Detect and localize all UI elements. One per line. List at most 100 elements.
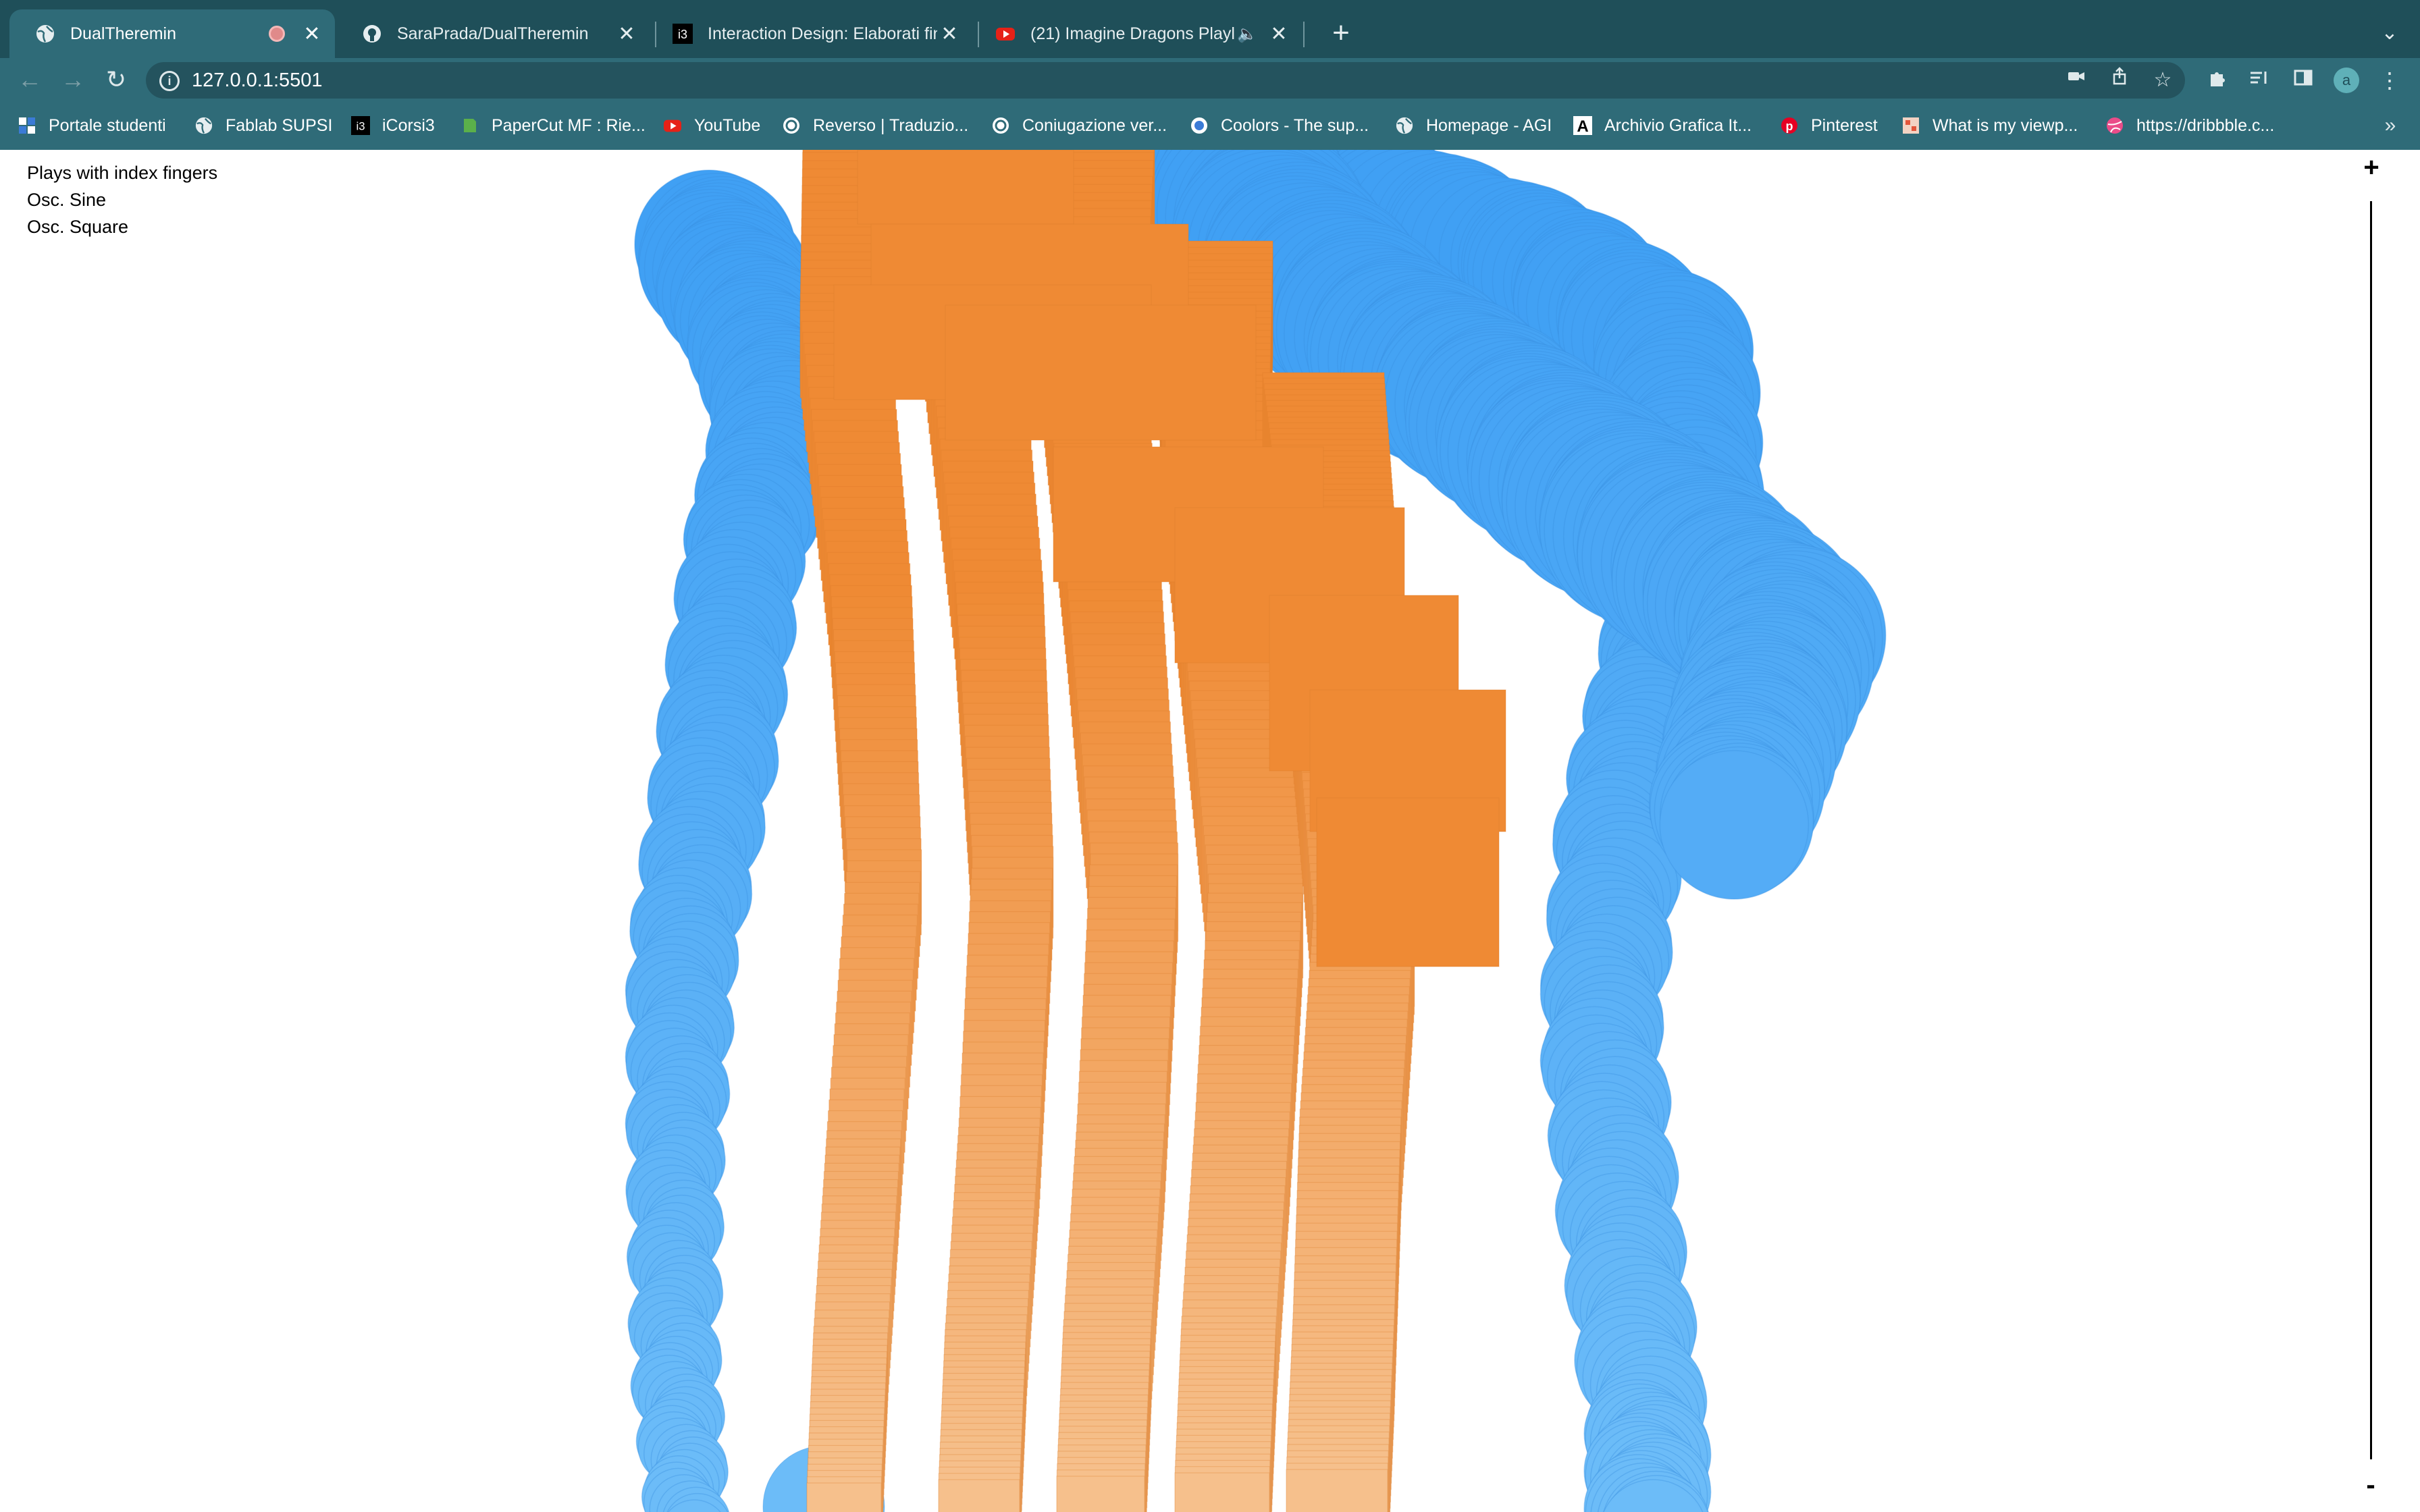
bookmark-item[interactable]: i3 iCorsi3 (351, 113, 435, 138)
close-tab-icon[interactable]: ✕ (300, 22, 324, 46)
bookmark-label: Coolors - The sup... (1221, 115, 1369, 135)
bookmark-label: What is my viewp... (1932, 115, 2078, 135)
bookmark-label: iCorsi3 (382, 115, 435, 135)
bookmark-item[interactable]: PaperCut MF : Rie... (461, 113, 646, 138)
supsi-icon (18, 116, 36, 135)
papercut-icon (461, 116, 479, 135)
tab-separator (655, 22, 656, 47)
menu-kebab-icon[interactable]: ⋮ (2373, 63, 2406, 97)
bookmark-label: YouTube (694, 115, 761, 135)
bookmark-label: Pinterest (1811, 115, 1878, 135)
bookmark-item[interactable]: What is my viewp... (1901, 113, 2078, 138)
sine-osc-label: Osc. Sine (27, 190, 107, 210)
bookmark-label: Fablab SUPSI (226, 115, 333, 135)
theremin-canvas[interactable] (0, 150, 2420, 1512)
reverso-icon (991, 116, 1010, 135)
reverso-icon (782, 116, 801, 135)
svg-text:p: p (1786, 119, 1793, 133)
tab-github[interactable]: SaraPrada/DualTheremin ✕ (336, 9, 650, 58)
archivio-icon: A (1573, 116, 1592, 135)
tab-title: DualTheremin (70, 24, 177, 43)
bookmark-item[interactable]: YouTube (663, 113, 760, 138)
bookmark-item[interactable]: Coniugazione ver... (991, 113, 1167, 138)
globe-icon (1395, 116, 1414, 135)
bookmark-label: Archivio Grafica It... (1604, 115, 1752, 135)
instructions-panel: Plays with index fingers Osc. Sine Osc. … (27, 159, 217, 240)
dribbble-icon (2105, 116, 2124, 135)
svg-text:i3: i3 (678, 28, 687, 41)
speaker-icon[interactable]: 🔈 (1237, 24, 1257, 44)
bookmark-label: Homepage - AGI (1426, 115, 1552, 135)
viewport-icon (1901, 116, 1920, 135)
url-text[interactable]: 127.0.0.1:5501 (192, 62, 323, 99)
square-tile (938, 1479, 1020, 1512)
bookmark-item[interactable]: Coolors - The sup... (1190, 113, 1369, 138)
coolors-icon (1190, 116, 1209, 135)
recording-icon (269, 26, 285, 42)
square-tile (806, 1482, 882, 1512)
square-tile (1286, 1469, 1388, 1512)
tab-search-icon[interactable]: ⌄ (2374, 15, 2405, 51)
reading-list-icon[interactable] (2242, 63, 2276, 97)
youtube-icon (663, 116, 682, 135)
tab-separator (978, 22, 979, 47)
square-tile (945, 304, 1257, 441)
browser-toolbar: ← → ↻ i 127.0.0.1:5501 ☆ a ⋮ (0, 58, 2420, 103)
zoom-out-button[interactable]: - (2361, 1472, 2381, 1498)
back-button[interactable]: ← (12, 62, 47, 97)
close-tab-icon[interactable]: ✕ (1267, 22, 1291, 46)
square-osc-label: Osc. Square (27, 217, 129, 237)
bookmark-item[interactable]: p Pinterest (1780, 113, 1878, 138)
tab-dualtheremin[interactable]: DualTheremin ✕ (9, 9, 335, 58)
youtube-icon (995, 24, 1016, 44)
more-bookmarks-icon[interactable]: » (2377, 113, 2404, 138)
close-tab-icon[interactable]: ✕ (614, 22, 639, 46)
square-tile (1316, 797, 1500, 967)
volume-slider-track[interactable] (2370, 201, 2372, 1459)
tab-title: (21) Imagine Dragons Playl (1030, 24, 1235, 43)
i3-icon: i3 (351, 116, 370, 135)
forward-button[interactable]: → (55, 62, 90, 97)
globe-icon (35, 24, 55, 44)
bookmarks-bar: Portale studenti Fablab SUPSI i3 iCorsi3… (0, 103, 2420, 150)
bookmark-label: PaperCut MF : Rie... (492, 115, 646, 135)
i3-icon: i3 (673, 24, 693, 44)
zoom-in-button[interactable]: + (2357, 153, 2386, 182)
svg-text:A: A (1577, 117, 1588, 135)
tab-youtube[interactable]: (21) Imagine Dragons Playl 🔈 ✕ (983, 9, 1302, 58)
close-tab-icon[interactable]: ✕ (937, 22, 962, 46)
bookmark-item[interactable]: Homepage - AGI (1395, 113, 1552, 138)
tab-strip: DualTheremin ✕ SaraPrada/DualTheremin ✕ … (0, 0, 2420, 58)
side-panel-icon[interactable] (2286, 63, 2320, 97)
site-info-icon[interactable]: i (159, 71, 180, 91)
tab-title: SaraPrada/DualTheremin (397, 24, 589, 43)
tab-interaction-design[interactable]: i3 Interaction Design: Elaborati fin ✕ (659, 9, 972, 58)
square-tile (1174, 1472, 1270, 1512)
new-tab-button[interactable]: + (1321, 15, 1361, 51)
address-bar[interactable]: i 127.0.0.1:5501 ☆ (146, 62, 2185, 99)
bookmark-item[interactable]: Reverso | Traduzio... (782, 113, 968, 138)
globe-icon (194, 116, 213, 135)
bookmark-label: Reverso | Traduzio... (813, 115, 969, 135)
reload-button[interactable]: ↻ (99, 62, 134, 97)
camera-icon[interactable] (2062, 66, 2090, 94)
github-icon (362, 24, 382, 44)
tab-separator (1303, 22, 1305, 47)
pinterest-icon: p (1780, 116, 1799, 135)
sketch-page: Plays with index fingers Osc. Sine Osc. … (0, 150, 2420, 1512)
svg-text:i3: i3 (356, 120, 365, 133)
sine-circle (1659, 750, 1810, 900)
square-tile (857, 150, 1074, 225)
bookmark-item[interactable]: A Archivio Grafica It... (1573, 113, 1752, 138)
bookmark-item[interactable]: Portale studenti (18, 113, 166, 138)
share-icon[interactable] (2105, 66, 2134, 94)
profile-avatar[interactable]: a (2334, 68, 2359, 93)
bookmark-star-icon[interactable]: ☆ (2149, 66, 2177, 94)
bookmark-label: Portale studenti (49, 115, 166, 135)
tab-title: Interaction Design: Elaborati fin (708, 24, 937, 43)
bookmark-item[interactable]: https://dribbble.c... (2105, 113, 2274, 138)
extensions-icon[interactable] (2200, 63, 2234, 97)
bookmark-item[interactable]: Fablab SUPSI (194, 113, 332, 138)
bookmark-label: Coniugazione ver... (1022, 115, 1167, 135)
instruction-title: Plays with index fingers (27, 163, 218, 183)
